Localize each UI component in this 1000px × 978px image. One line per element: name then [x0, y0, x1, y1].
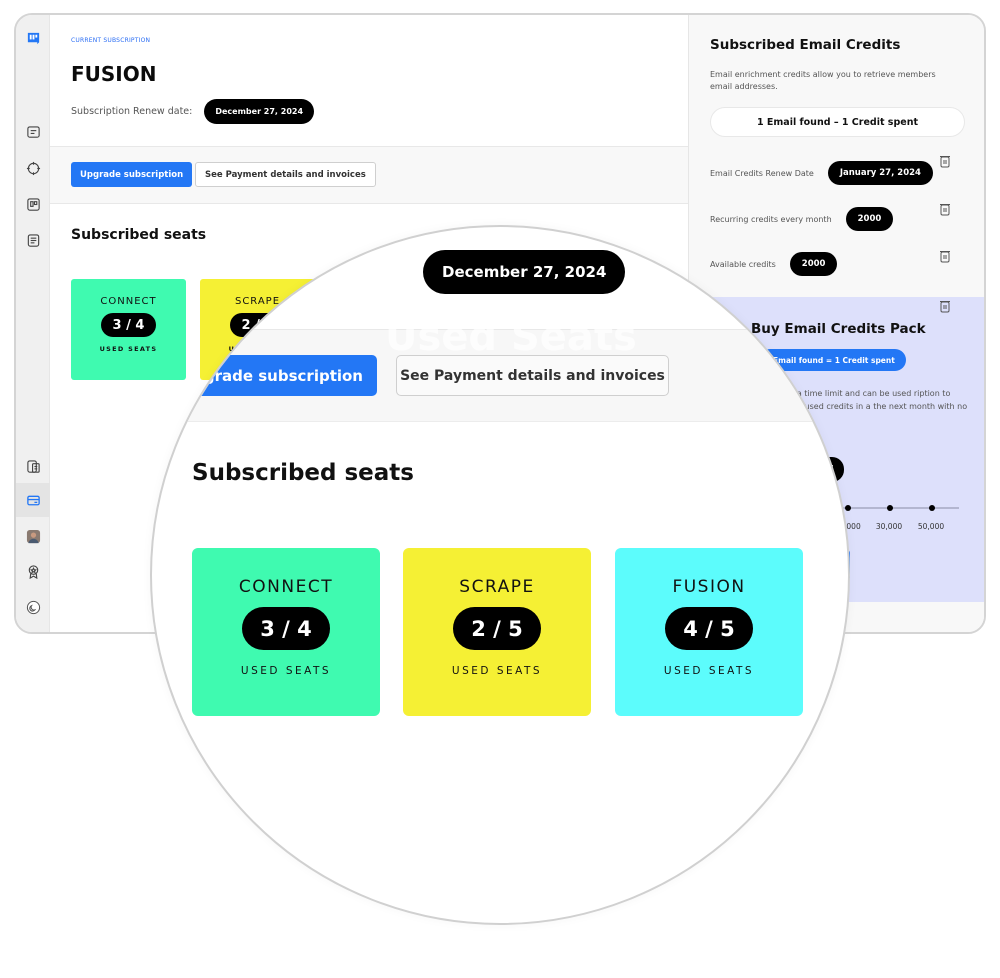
magnifier-lens: ew date: December 27, 2024 Used Seats pg…	[150, 225, 850, 925]
magnified-payment-details-button[interactable]: See Payment details and invoices	[396, 355, 669, 396]
seat-name: FUSION	[672, 577, 746, 597]
slider-tick-label: 50,000	[917, 522, 945, 531]
target-icon[interactable]	[16, 153, 50, 183]
section-label: CURRENT SUBSCRIPTION	[71, 37, 151, 44]
magnified-seat-card-scrape: SCRAPE 2 / 5 USED SEATS	[403, 548, 591, 716]
magnified-content: ew date: December 27, 2024 Used Seats pg…	[152, 227, 848, 923]
renew-date-row: Subscription Renew date: December 27, 20…	[71, 99, 315, 124]
credit-rule-badge: 1 Email found – 1 Credit spent	[710, 107, 965, 137]
renew-date-label: Subscription Renew date:	[71, 106, 193, 117]
seat-sub-label: USED SEATS	[240, 665, 332, 677]
seat-name: CONNECT	[100, 296, 157, 307]
seat-sub-label: USED SEATS	[99, 345, 158, 353]
dark-mode-moon-icon[interactable]	[16, 592, 50, 622]
magnified-renew-date-badge: December 27, 2024	[423, 250, 626, 294]
action-bar: Upgrade subscription See Payment details…	[50, 146, 688, 204]
upgrade-subscription-button[interactable]: Upgrade subscription	[71, 162, 193, 187]
seat-count-badge: 4 / 5	[665, 607, 753, 650]
row-label: Email Credits Renew Date	[710, 168, 814, 178]
email-credits-title: Subscribed Email Credits	[710, 37, 901, 53]
magnified-seat-card-connect: CONNECT 3 / 4 USED SEATS	[192, 548, 380, 716]
slider-stop[interactable]	[887, 505, 893, 511]
magnified-seats-title: Subscribed seats	[192, 460, 414, 486]
credits-renew-row: Email Credits Renew Date January 27, 202…	[710, 161, 933, 185]
seat-count-badge: 2 / 5	[453, 607, 541, 650]
trash-icon[interactable]	[939, 248, 951, 263]
sidebar	[16, 15, 50, 632]
notes-icon[interactable]	[16, 225, 50, 255]
row-label: Recurring credits every month	[710, 214, 832, 224]
trash-icon[interactable]	[939, 298, 951, 313]
ghost-text: Used Seats	[385, 314, 637, 360]
lists-icon[interactable]	[16, 451, 50, 481]
seat-sub-label: USED SEATS	[451, 665, 543, 677]
row-value-badge: 2000	[845, 207, 894, 231]
kanban-board-icon[interactable]	[16, 189, 50, 219]
user-avatar[interactable]	[16, 521, 50, 551]
magnified-seat-card-fusion: FUSION 4 / 5 USED SEATS	[615, 548, 803, 716]
billing-credit-card-icon[interactable]	[16, 483, 50, 517]
slider-tick-label: 30,000	[875, 522, 903, 531]
row-value-badge: January 27, 2024	[827, 161, 933, 185]
seat-count-badge: 3 / 4	[100, 313, 157, 337]
slider-stop[interactable]	[929, 505, 935, 511]
renew-date-badge: December 27, 2024	[204, 99, 315, 124]
magnified-upgrade-button[interactable]: pgrade subscription	[182, 355, 377, 396]
seat-name: SCRAPE	[459, 577, 535, 597]
trash-icon[interactable]	[939, 153, 951, 168]
payment-details-button[interactable]: See Payment details and invoices	[195, 162, 376, 187]
award-badge-icon[interactable]	[16, 556, 50, 586]
seat-count-badge: 3 / 4	[242, 607, 330, 650]
messages-icon[interactable]	[16, 117, 50, 147]
seat-sub-label: USED SEATS	[663, 665, 755, 677]
seat-name: CONNECT	[238, 577, 334, 597]
kanbox-logo-icon[interactable]	[16, 23, 50, 53]
trash-icon[interactable]	[939, 201, 951, 216]
plan-name: FUSION	[71, 62, 157, 86]
magnified-renew-label: ew date:	[252, 260, 326, 280]
email-credits-description: Email enrichment credits allow you to re…	[710, 70, 936, 91]
